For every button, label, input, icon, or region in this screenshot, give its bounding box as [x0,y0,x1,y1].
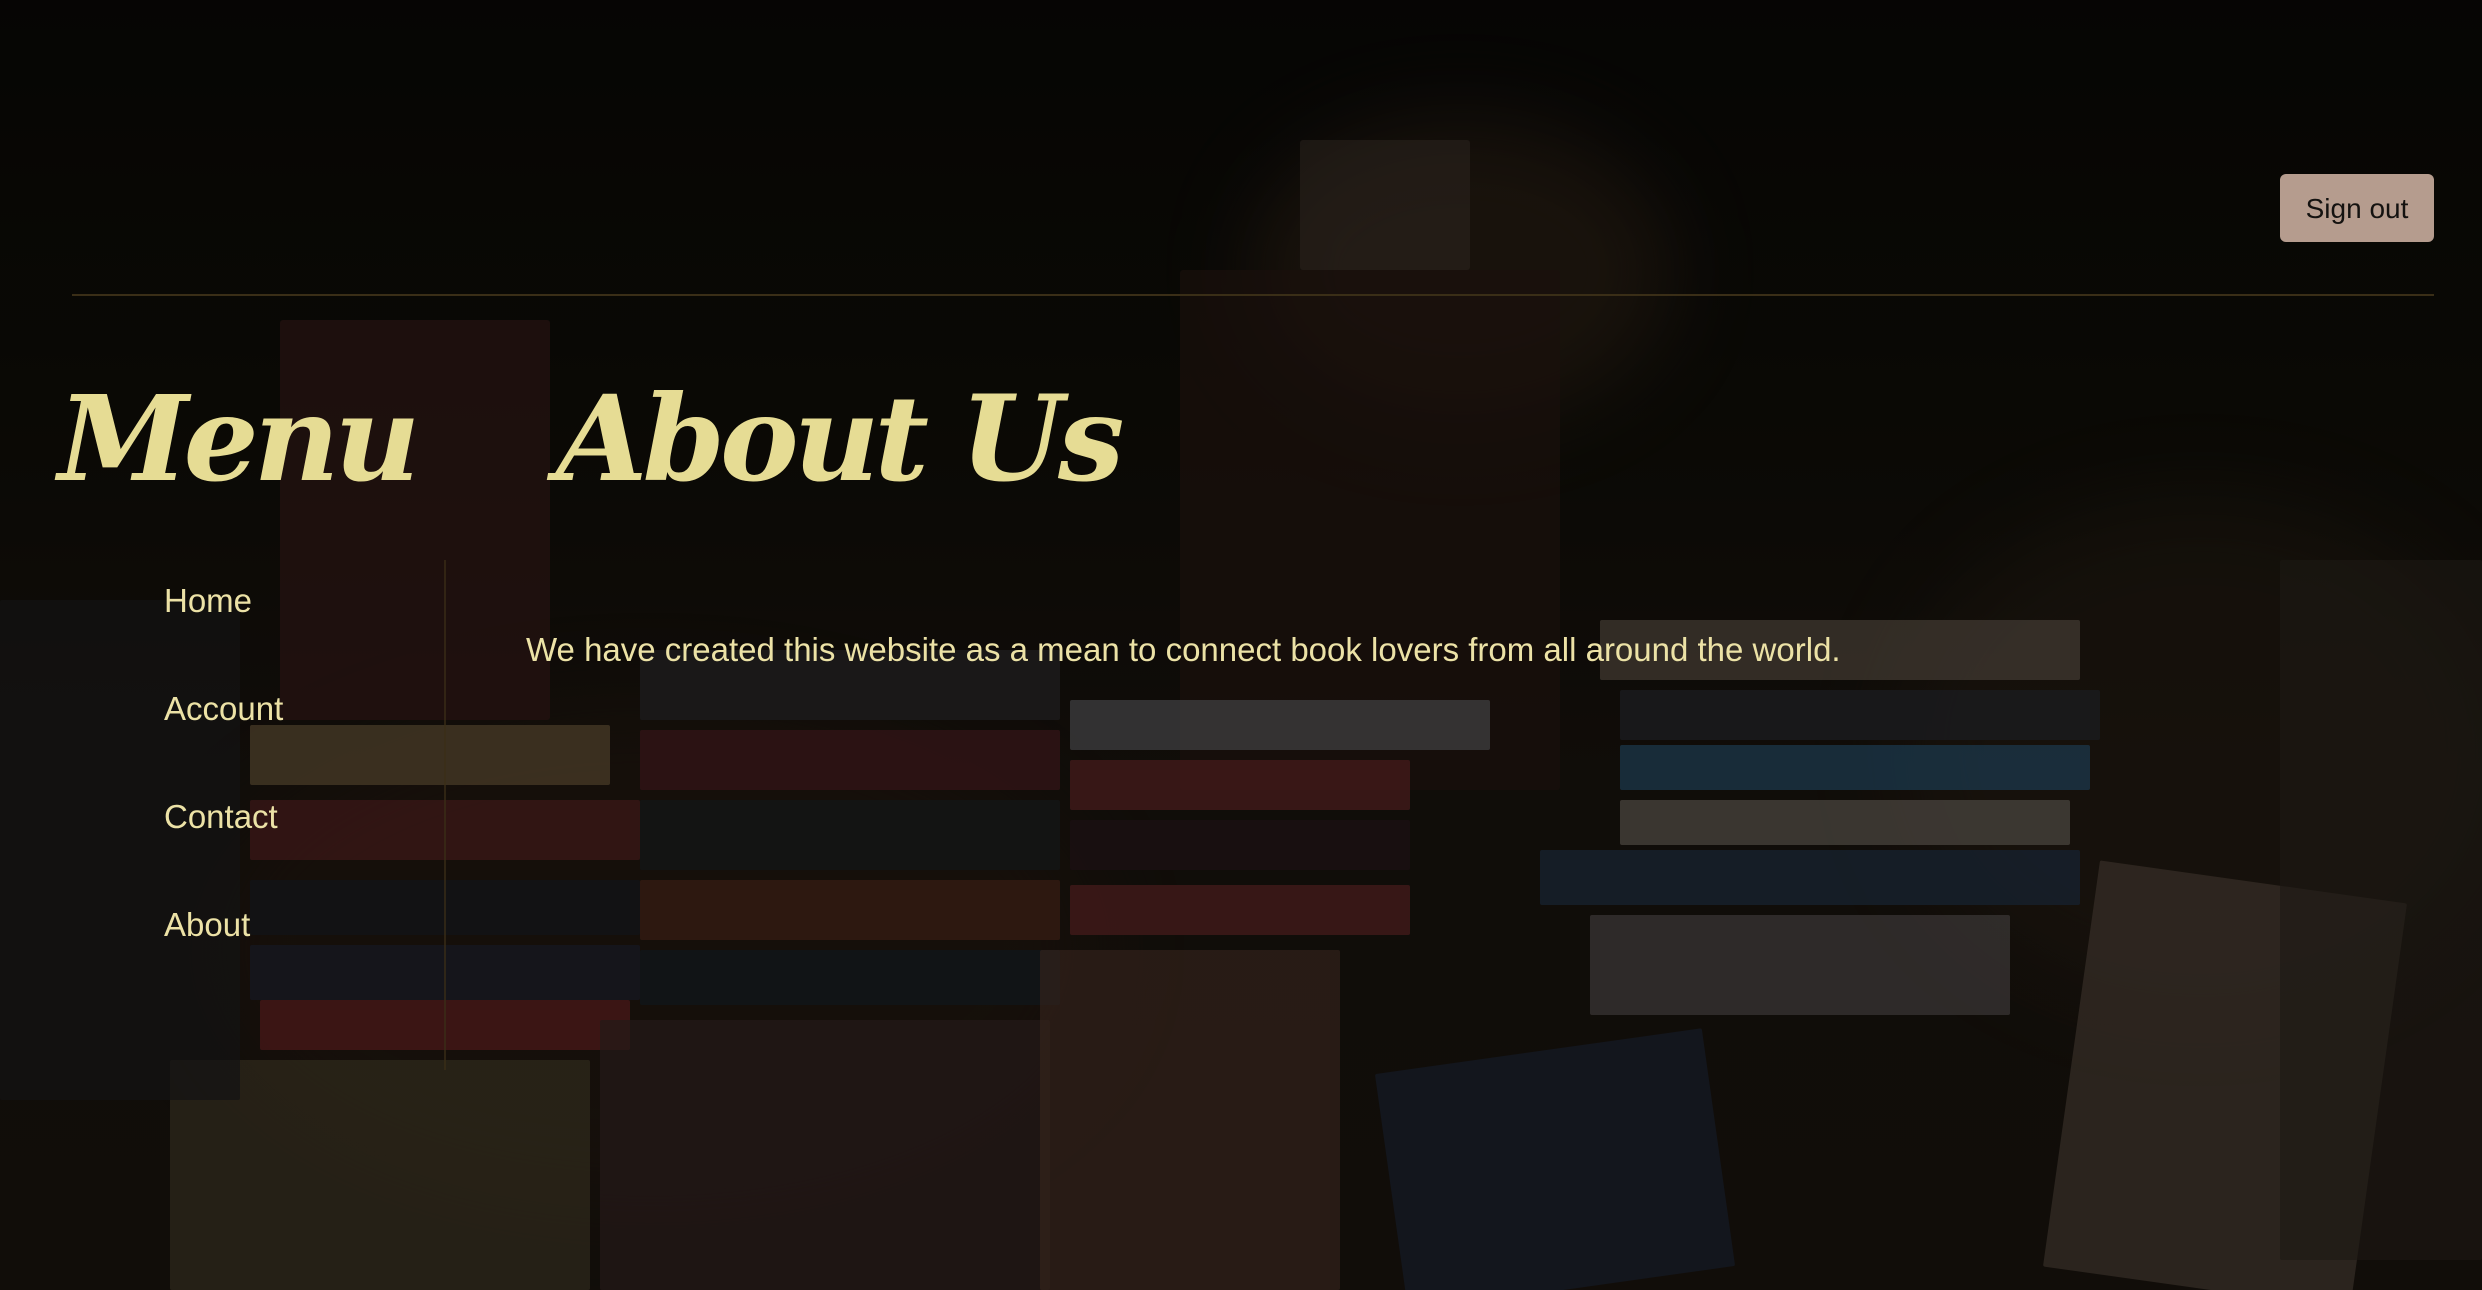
nav-item-about[interactable]: About [164,892,283,1000]
nav-item-home[interactable]: Home [164,568,283,676]
nav-item-account[interactable]: Account [164,676,283,784]
sidebar-divider [444,560,446,1070]
menu-title: Menu [58,369,420,508]
sign-out-button[interactable]: Sign out [2280,174,2434,242]
sidebar-nav: Home Account Contact About [164,568,283,1000]
header-divider [72,294,2434,296]
page-title: About Us [556,369,1124,508]
nav-item-contact[interactable]: Contact [164,784,283,892]
about-description: We have created this website as a mean t… [526,631,1841,668]
